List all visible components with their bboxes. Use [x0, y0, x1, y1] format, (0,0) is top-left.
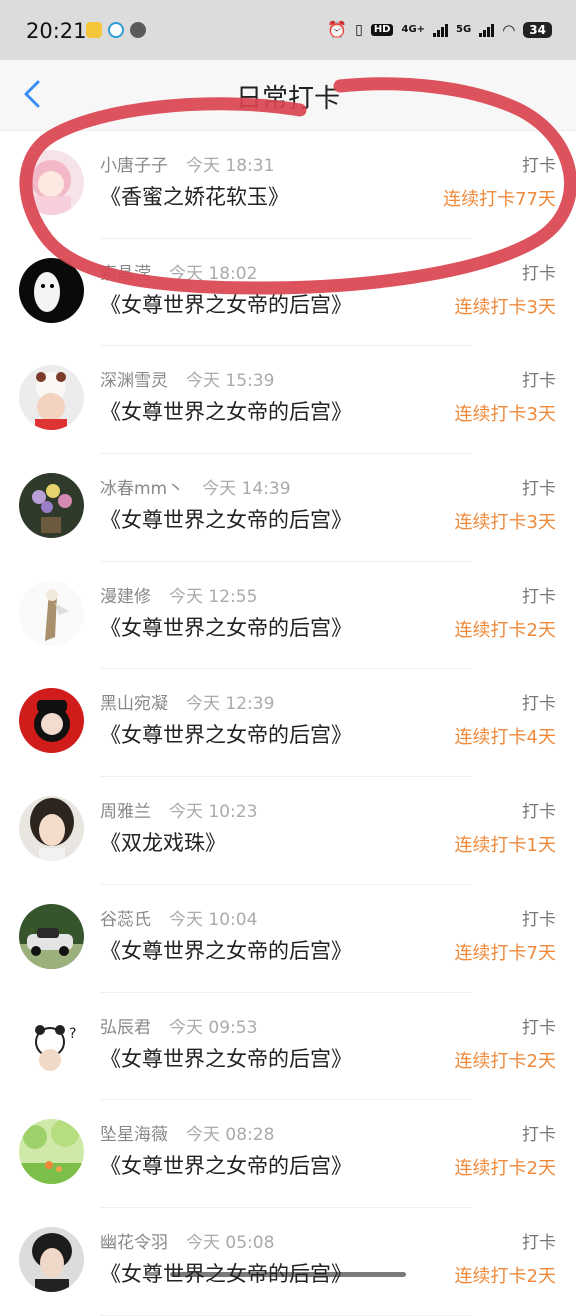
checkin-time: 今天 18:31 — [186, 156, 275, 176]
avatar[interactable] — [19, 796, 84, 862]
app-notification-icon — [86, 22, 102, 38]
avatar[interactable] — [19, 1226, 84, 1292]
wechat-icon — [130, 22, 146, 38]
checkin-label: 打卡 — [522, 909, 556, 930]
avatar[interactable] — [19, 688, 84, 754]
streak-count: 连续打卡2天 — [454, 1158, 556, 1180]
signal-icon — [433, 23, 449, 37]
avatar[interactable]: ? — [19, 1011, 84, 1077]
avatar[interactable] — [19, 257, 84, 323]
streak-count: 连续打卡4天 — [454, 727, 556, 749]
streak-count: 连续打卡2天 — [454, 1265, 556, 1287]
book-title[interactable]: 《女尊世界之女帝的后宫》 — [100, 1043, 352, 1073]
streak-count: 连续打卡3天 — [454, 404, 556, 426]
signal-icon — [479, 23, 495, 37]
list-item[interactable]: 冰春mm丶 今天 14:39 《女尊世界之女帝的后宫》 打卡 连续打卡3天 — [0, 454, 576, 562]
list-item[interactable]: 索晶滢 今天 18:02 《女尊世界之女帝的后宫》 打卡 连续打卡3天 — [0, 239, 576, 347]
user-name[interactable]: 漫建修 — [100, 587, 151, 607]
hd-label: HD — [370, 23, 394, 36]
app-notification-icon — [108, 22, 124, 38]
checkin-label: 打卡 — [522, 1125, 556, 1146]
avatar[interactable] — [19, 365, 84, 431]
list-item[interactable]: 漫建修 今天 12:55 《女尊世界之女帝的后宫》 打卡 连续打卡2天 — [0, 562, 576, 670]
book-title[interactable]: 《女尊世界之女帝的后宫》 — [100, 504, 352, 534]
streak-count: 连续打卡3天 — [454, 296, 556, 318]
list-item[interactable]: 谷蕊氏 今天 10:04 《女尊世界之女帝的后宫》 打卡 连续打卡7天 — [0, 885, 576, 993]
list-item[interactable]: 周雅兰 今天 10:23 《双龙戏珠》 打卡 连续打卡1天 — [0, 777, 576, 885]
book-title[interactable]: 《双龙戏珠》 — [100, 827, 226, 857]
status-time: 20:21 — [26, 19, 87, 43]
book-title[interactable]: 《女尊世界之女帝的后宫》 — [100, 289, 352, 319]
book-title[interactable]: 《女尊世界之女帝的后宫》 — [100, 612, 352, 642]
book-title[interactable]: 《女尊世界之女帝的后宫》 — [100, 719, 352, 749]
wifi-icon: ◠ — [502, 20, 516, 39]
nav-bar: 日常打卡 — [0, 60, 576, 131]
checkin-list: 小唐子子 今天 18:31 《香蜜之娇花软玉》 打卡 连续打卡77天 索晶滢 今天 … — [0, 131, 576, 1316]
checkin-label: 打卡 — [522, 586, 556, 607]
streak-count: 连续打卡3天 — [454, 512, 556, 534]
checkin-time: 今天 05:08 — [186, 1232, 275, 1253]
user-name[interactable]: 小唐子子 — [100, 156, 168, 176]
svg-text:?: ? — [69, 1026, 76, 1042]
list-item[interactable]: 黑山宛凝 今天 12:39 《女尊世界之女帝的后宫》 打卡 连续打卡4天 — [0, 669, 576, 778]
user-name[interactable]: 弘辰君 — [100, 1018, 151, 1038]
checkin-label: 打卡 — [522, 1017, 556, 1038]
battery-level: 34 — [523, 21, 552, 38]
checkin-time: 今天 18:02 — [169, 263, 258, 284]
checkin-time: 今天 12:55 — [169, 586, 258, 607]
avatar[interactable] — [19, 903, 84, 969]
avatar[interactable] — [19, 1119, 84, 1185]
notification-icons — [86, 22, 146, 38]
list-item[interactable]: 幽花令羽今天 05:08 《女尊世界之女帝的后宫》 打卡 连续打卡2天 — [0, 1208, 576, 1316]
list-item[interactable]: 小唐子子 今天 18:31 《香蜜之娇花软玉》 打卡 连续打卡77天 — [0, 131, 576, 239]
user-name[interactable]: 深渊雪灵 — [100, 371, 168, 391]
user-name[interactable]: 索晶滢 — [100, 264, 151, 284]
checkin-time: 今天 09:53 — [169, 1017, 258, 1038]
divider — [100, 1314, 472, 1316]
user-name[interactable]: 冰春mm丶 — [100, 479, 184, 499]
user-name[interactable]: 坠星海薇 — [100, 1125, 168, 1145]
book-title[interactable]: 《女尊世界之女帝的后宫》 — [100, 1150, 352, 1180]
checkin-time: 今天 15:39 — [186, 371, 275, 392]
alarm-icon: ⏰ — [327, 20, 348, 39]
checkin-time: 今天 10:04 — [169, 909, 258, 930]
home-indicator[interactable] — [170, 1272, 406, 1277]
network-5g-label: 5G — [456, 23, 472, 35]
streak-count: 连续打卡77天 — [443, 189, 556, 210]
avatar[interactable] — [19, 580, 84, 646]
checkin-label: 打卡 — [522, 1232, 556, 1253]
checkin-time: 今天 08:28 — [186, 1125, 275, 1146]
checkin-label: 打卡 — [522, 802, 556, 823]
user-name[interactable]: 黑山宛凝 — [100, 694, 168, 714]
status-indicators: ⏰ ▯ HD 4G+ 5G ◠ 34 — [327, 20, 552, 39]
user-name[interactable]: 幽花令羽 — [100, 1233, 168, 1253]
avatar[interactable] — [19, 473, 84, 539]
checkin-time: 今天 12:39 — [186, 694, 275, 715]
list-item[interactable]: 坠星海薇 今天 08:28 《女尊世界之女帝的后宫》 打卡 连续打卡2天 — [0, 1100, 576, 1208]
book-title[interactable]: 《女尊世界之女帝的后宫》 — [100, 935, 352, 965]
checkin-label: 打卡 — [522, 479, 556, 500]
checkin-label: 打卡 — [522, 694, 556, 715]
checkin-time: 今天 14:39 — [202, 479, 291, 500]
user-name[interactable]: 周雅兰 — [100, 802, 151, 822]
checkin-time: 今天 10:23 — [169, 802, 258, 823]
book-title[interactable]: 《女尊世界之女帝的后宫》 — [100, 396, 352, 426]
checkin-label: 打卡 — [522, 263, 556, 284]
list-item[interactable]: ? 弘辰君 今天 09:53 《女尊世界之女帝的后宫》 打卡 连续打卡2天 — [0, 993, 576, 1101]
list-item[interactable]: 深渊雪灵 今天 15:39 《女尊世界之女帝的后宫》 打卡 连续打卡3天 — [0, 346, 576, 455]
page-title: 日常打卡 — [235, 84, 340, 114]
avatar[interactable] — [19, 150, 84, 215]
status-bar: 20:21 ⏰ ▯ HD 4G+ 5G ◠ 34 — [0, 0, 576, 60]
checkin-label: 打卡 — [522, 156, 556, 176]
streak-count: 连续打卡2天 — [454, 619, 556, 641]
user-name[interactable]: 谷蕊氏 — [100, 910, 151, 930]
streak-count: 连续打卡7天 — [454, 942, 556, 964]
streak-count: 连续打卡1天 — [454, 835, 556, 857]
book-title[interactable]: 《香蜜之娇花软玉》 — [100, 181, 289, 211]
checkin-label: 打卡 — [522, 371, 556, 392]
streak-count: 连续打卡2天 — [454, 1050, 556, 1072]
network-4g-label: 4G+ — [401, 23, 426, 35]
vibrate-icon: ▯ — [355, 21, 363, 38]
